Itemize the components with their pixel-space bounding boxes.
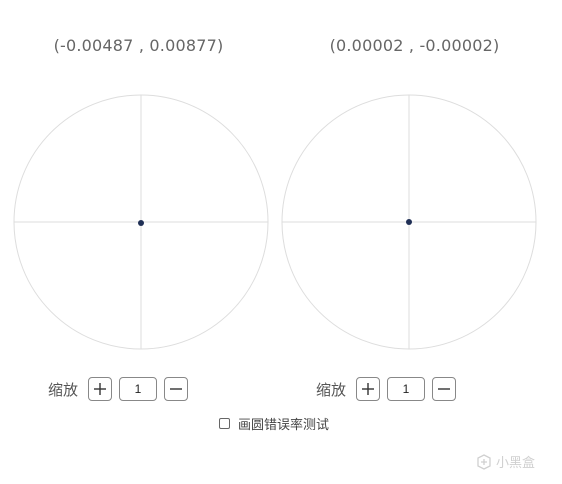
zoom-label: 缩放: [48, 380, 79, 399]
zoom-value-field[interactable]: 1: [387, 377, 426, 401]
error-rate-test-checkbox[interactable]: [219, 417, 230, 429]
zoom-controls: 缩放 1: [48, 376, 189, 402]
watermark-logo-icon: [477, 453, 491, 470]
joystick-circle: [281, 94, 537, 350]
position-dot: [138, 220, 144, 226]
error-rate-test-toggle[interactable]: 画圆错误率测试: [219, 414, 330, 433]
left-joystick-panel: (-0.00487 , 0.00877) 缩放 1: [0, 0, 281, 410]
watermark-text: 小黑盒: [496, 456, 536, 471]
zoom-in-button[interactable]: [88, 377, 113, 401]
right-joystick-panel: (0.00002 , -0.00002) 缩放 1: [268, 0, 549, 410]
zoom-out-button[interactable]: [432, 377, 457, 401]
zoom-value-field[interactable]: 1: [119, 377, 158, 401]
zoom-in-button[interactable]: [356, 377, 381, 401]
zoom-out-button[interactable]: [164, 377, 189, 401]
coordinate-readout: (-0.00487 , 0.00877): [53, 36, 224, 55]
zoom-controls: 缩放 1: [316, 376, 457, 402]
coordinate-readout: (0.00002 , -0.00002): [329, 36, 500, 55]
minus-icon: [438, 388, 451, 390]
joystick-circle: [13, 94, 269, 350]
plus-icon: [94, 383, 107, 395]
error-rate-test-label: 画圆错误率测试: [238, 417, 330, 433]
position-dot: [406, 219, 412, 225]
watermark: 小黑盒: [476, 452, 535, 471]
minus-icon: [170, 388, 183, 390]
plus-icon: [362, 383, 375, 395]
zoom-label: 缩放: [316, 380, 347, 399]
